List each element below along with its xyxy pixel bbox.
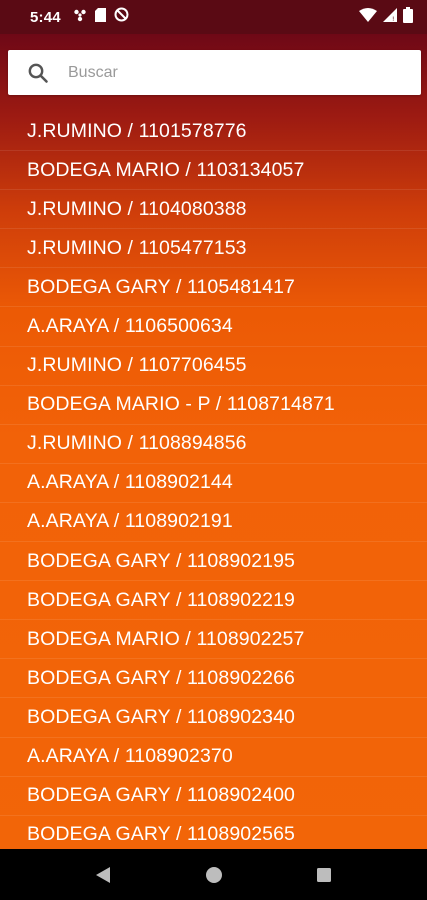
sim-card-icon [94,7,106,27]
search-bar[interactable] [8,50,421,95]
list-item[interactable]: J.RUMINO / 1107706455 [0,347,427,386]
client-list: J.RUMINO / 1101578776 BODEGA MARIO / 110… [0,112,427,849]
list-item[interactable]: A.ARAYA / 1106500634 [0,307,427,347]
list-item-label: J.RUMINO / 1108894856 [27,432,247,455]
list-item-label: J.RUMINO / 1107706455 [27,354,247,377]
list-item[interactable]: BODEGA GARY / 1108902266 [0,659,427,699]
list-item-label: BODEGA GARY / 1108902565 [27,823,295,846]
list-item[interactable]: J.RUMINO / 1101578776 [0,112,427,152]
list-item-label: BODEGA GARY / 1108902195 [27,549,295,572]
list-item[interactable]: BODEGA MARIO / 1103134057 [0,151,427,191]
list-item-label: A.ARAYA / 1108902191 [27,510,233,533]
list-item-label: BODEGA GARY / 1105481417 [27,275,295,298]
list-item-label: BODEGA MARIO / 1108902257 [27,627,305,650]
list-item-label: A.ARAYA / 1108902370 [27,745,233,768]
list-item[interactable]: BODEGA GARY / 1108902565 [0,816,427,849]
status-icons-left [73,7,129,27]
blocked-notification-icon [114,7,129,27]
svg-text:!: ! [392,16,394,22]
list-item[interactable]: BODEGA GARY / 1108902195 [0,542,427,582]
list-item-label: BODEGA GARY / 1108902340 [27,705,295,728]
list-item-label: J.RUMINO / 1101578776 [27,119,247,142]
recents-icon[interactable] [314,865,334,885]
list-item-label: BODEGA MARIO / 1103134057 [27,158,305,181]
back-icon[interactable] [93,865,113,885]
list-item[interactable]: BODEGA GARY / 1108902400 [0,777,427,816]
status-icons-right: ! [359,6,413,28]
search-input[interactable] [68,57,388,88]
list-item[interactable]: A.ARAYA / 1108902144 [0,464,427,503]
navigation-bar [0,849,427,900]
wifi-icon [359,7,377,27]
list-item[interactable]: BODEGA MARIO / 1108902257 [0,620,427,660]
list-item[interactable]: J.RUMINO / 1105477153 [0,229,427,269]
list-item-label: BODEGA GARY / 1108902400 [27,784,295,807]
status-bar: 5:44 ! [0,0,427,34]
list-item-label: BODEGA GARY / 1108902219 [27,588,295,611]
list-item[interactable]: J.RUMINO / 1108894856 [0,425,427,464]
list-item-label: A.ARAYA / 1106500634 [27,315,233,338]
list-item[interactable]: BODEGA GARY / 1108902340 [0,698,427,738]
list-item-label: BODEGA GARY / 1108902266 [27,666,295,689]
list-item-label: BODEGA MARIO - P / 1108714871 [27,393,335,416]
list-item[interactable]: BODEGA GARY / 1108902219 [0,581,427,621]
search-icon [8,50,68,95]
main-content: J.RUMINO / 1101578776 BODEGA MARIO / 110… [0,34,427,849]
list-item[interactable]: J.RUMINO / 1104080388 [0,190,427,230]
list-item[interactable]: A.ARAYA / 1108902191 [0,503,427,543]
list-item[interactable]: BODEGA MARIO - P / 1108714871 [0,386,427,425]
list-item-label: A.ARAYA / 1108902144 [27,471,233,494]
fan-icon [73,8,87,27]
cell-signal-icon: ! [383,7,397,27]
list-item-label: J.RUMINO / 1104080388 [27,197,247,220]
home-icon[interactable] [204,865,224,885]
list-item-label: J.RUMINO / 1105477153 [27,236,247,259]
list-item[interactable]: A.ARAYA / 1108902370 [0,738,427,777]
battery-icon [403,6,413,28]
status-time: 5:44 [30,8,61,26]
list-item[interactable]: BODEGA GARY / 1105481417 [0,268,427,308]
